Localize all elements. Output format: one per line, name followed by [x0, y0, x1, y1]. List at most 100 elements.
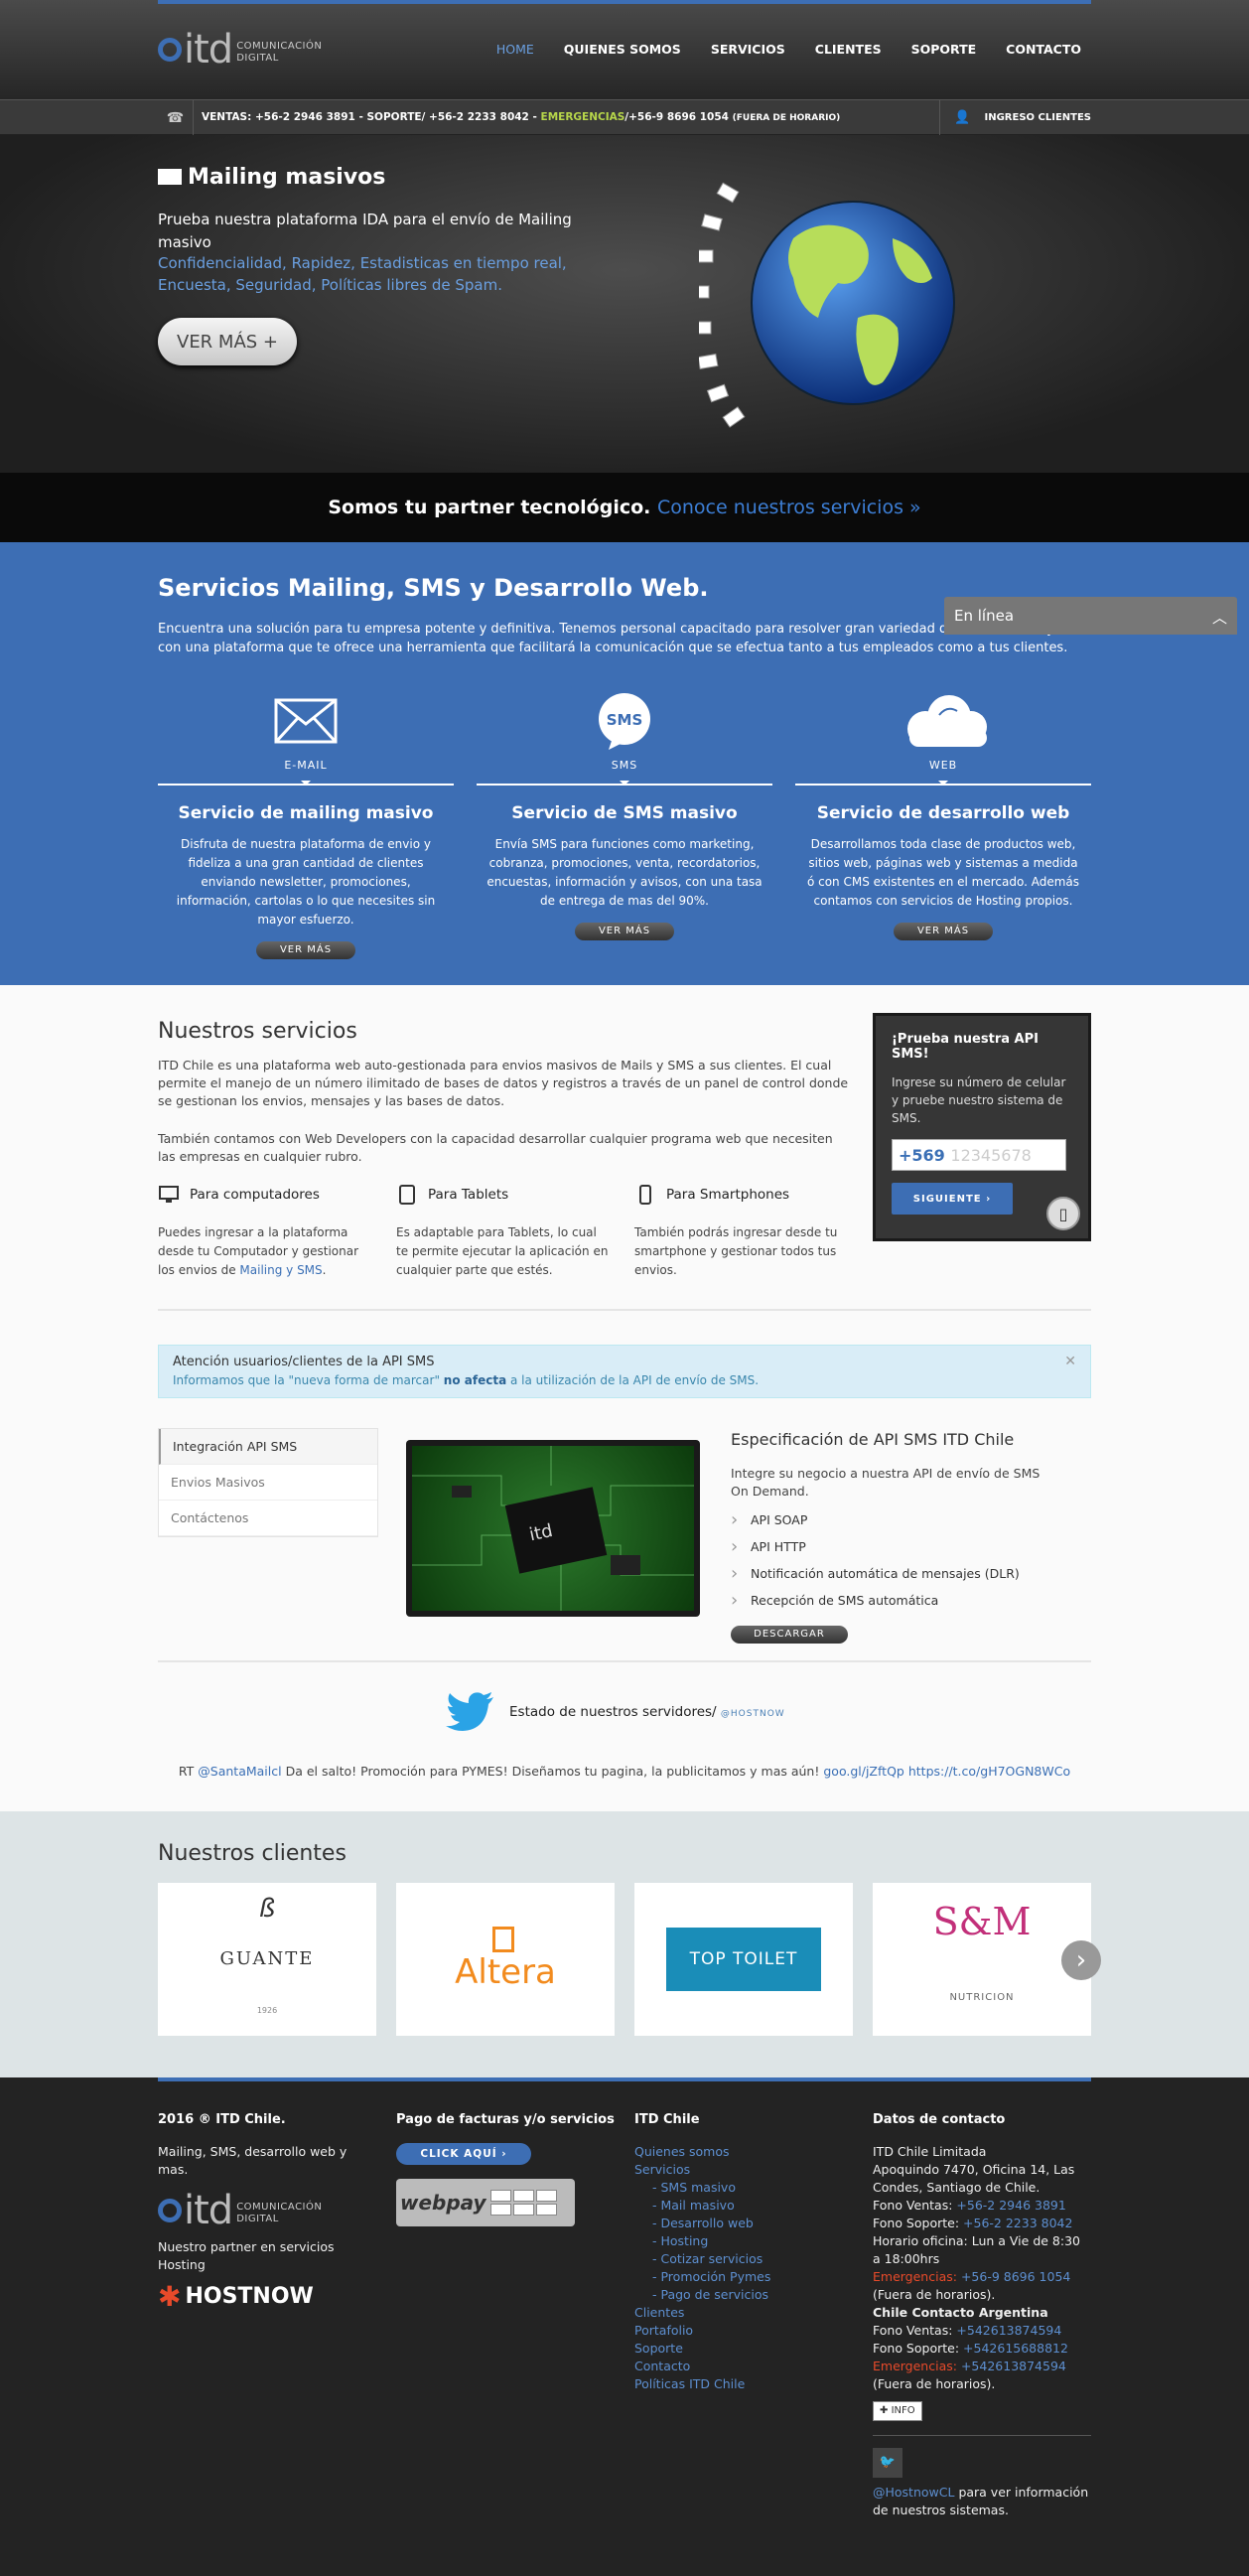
footer-itd-logo[interactable]: itd COMUNICACIÓN DIGITAL [158, 2191, 376, 2230]
footer-col-links: ITD Chile Quienes somos Servicios - SMS … [634, 2111, 853, 2393]
phone-prefix: +569 [899, 1146, 945, 1165]
tweet-link-1[interactable]: goo.gl/jZftQp [823, 1764, 904, 1779]
services-title: Servicios Mailing, SMS y Desarrollo Web. [158, 574, 709, 602]
client-logo-sm-nutricion[interactable]: S&M NUTRICION [873, 1883, 1091, 2036]
tweet-handle-link[interactable]: @SantaMailcl [198, 1764, 281, 1779]
service-email-title: Servicio de mailing masivo [178, 803, 434, 823]
server-status-text: Estado de nuestros servidores/ [509, 1704, 717, 1720]
circuit-board-image: itd [406, 1440, 700, 1617]
carousel-next-button[interactable]: › [1061, 1940, 1101, 1980]
ar-emergency-phone[interactable]: +542613874594 [961, 2359, 1066, 2373]
partner-banner: Somos tu partner tecnológico. Conoce nue… [0, 473, 1249, 542]
support-phone[interactable]: +56-2 2233 8042 [963, 2216, 1072, 2230]
payment-click-button[interactable]: CLICK AQUÍ › [396, 2143, 531, 2165]
contact-phones: VENTAS: +56-2 2946 3891 - SOPORTE/ +56-2… [202, 111, 840, 123]
api-trial-text: Ingrese su número de celular y pruebe nu… [892, 1075, 1066, 1125]
partner-text: Somos tu partner tecnológico. [328, 497, 651, 518]
phone-number-input[interactable]: +569 12345678 [892, 1139, 1066, 1171]
hero-title: Mailing masivos [158, 165, 385, 190]
partner-services-link[interactable]: Conoce nuestros servicios » [657, 497, 921, 518]
main-nav: HOME QUIENES SOMOS SERVICIOS CLIENTES SO… [467, 42, 1081, 57]
itd-logo[interactable]: itd COMUNICACIÓN DIGITAL [158, 30, 322, 70]
footer-link-clientes[interactable]: Clientes [634, 2304, 853, 2322]
footer-link-cotizar[interactable]: - Cotizar servicios [634, 2250, 853, 2268]
nav-servicios[interactable]: SERVICIOS [711, 42, 785, 57]
client-logo-altera[interactable]: Altera [396, 1883, 615, 2036]
hero-more-button[interactable]: VER MÁS + [158, 318, 297, 365]
client-login-label: INGRESO CLIENTES [984, 112, 1092, 123]
phone-placeholder: 12345678 [950, 1146, 1032, 1165]
footer-links-title: ITD Chile [634, 2112, 700, 2127]
footer-col-payment: Pago de facturas y/o servicios CLICK AQU… [396, 2111, 615, 2226]
tab-contactenos[interactable]: Contáctenos [159, 1501, 377, 1536]
tab-integracion-api[interactable]: Integración API SMS [159, 1429, 377, 1465]
client-logo-top-toilet[interactable]: TOP TOILET [634, 1883, 853, 2036]
phone-icon: ☎ [158, 100, 194, 135]
footer-link-sms[interactable]: - SMS masivo [634, 2179, 853, 2197]
server-status: Estado de nuestros servidores/ @HOSTNOW [446, 1692, 785, 1732]
nav-contacto[interactable]: CONTACTO [1006, 42, 1081, 57]
service-email-more-button[interactable]: VER MÁS [256, 941, 355, 959]
service-sms-more-button[interactable]: VER MÁS [575, 923, 674, 940]
footer-link-politicas[interactable]: Políticas ITD Chile [634, 2375, 853, 2393]
download-button[interactable]: DESCARGAR [731, 1626, 848, 1644]
hostnow-handle[interactable]: @HOSTNOW [721, 1709, 785, 1719]
monitor-icon [158, 1184, 180, 1206]
footer-link-servicios[interactable]: Servicios [634, 2161, 853, 2179]
argentina-contact: Chile Contacto Argentina [873, 2305, 1048, 2320]
latest-tweet: RT @SantaMailcl Da el salto! Promoción p… [178, 1764, 1071, 1779]
alert-title: Atención usuarios/clientes de la API SMS [173, 1355, 435, 1369]
footer-link-quienes[interactable]: Quienes somos [634, 2143, 853, 2161]
live-chat-widget[interactable]: En línea ︿ [944, 597, 1237, 635]
client-login-link[interactable]: 👤 INGRESO CLIENTES [939, 100, 1091, 135]
sales-phone[interactable]: +56-2 2946 3891 [956, 2198, 1065, 2213]
footer-link-portafolio[interactable]: Portafolio [634, 2322, 853, 2340]
contact-title: Datos de contacto [873, 2112, 1006, 2127]
info-button[interactable]: ✚ INFO [873, 2401, 922, 2421]
ar-support-phone[interactable]: +542615688812 [963, 2341, 1068, 2356]
nav-clientes[interactable]: CLIENTES [815, 42, 882, 57]
api-trial-title: ¡Prueba nuestra API SMS! [892, 1032, 1039, 1062]
site-header: itd COMUNICACIÓN DIGITAL HOME QUIENES SOM… [0, 0, 1249, 99]
api-next-button[interactable]: SIGUIENTE › [892, 1183, 1013, 1215]
webpay-logo[interactable]: webpay [396, 2179, 575, 2226]
nav-home[interactable]: HOME [496, 42, 534, 57]
footer-link-promocion[interactable]: - Promoción Pymes [634, 2268, 853, 2286]
service-email-text: Disfruta de nuestra plataforma de envio … [176, 837, 436, 927]
hostnow-twitter-link[interactable]: @HostnowCL [873, 2485, 954, 2500]
twitter-icon[interactable]: 🐦 [873, 2448, 902, 2478]
tweet-link-2[interactable]: https://t.co/gH7OGN8WCo [908, 1764, 1070, 1779]
footer-link-hosting[interactable]: - Hosting [634, 2232, 853, 2250]
spec-item: Notificación automática de mensajes (DLR… [731, 1563, 1048, 1584]
tab-envios-masivos[interactable]: Envios Masivos [159, 1465, 377, 1501]
mailing-sms-link[interactable]: Mailing y SMS [239, 1263, 322, 1277]
emergency-phone[interactable]: +56-9 8696 1054 [961, 2269, 1070, 2284]
tablet-icon [396, 1184, 418, 1206]
service-web: WEB Servicio de desarrollo web Desarroll… [795, 691, 1091, 959]
nav-soporte[interactable]: SOPORTE [911, 42, 977, 57]
payment-title: Pago de facturas y/o servicios [396, 2112, 615, 2127]
ar-sales-phone[interactable]: +542613874594 [956, 2323, 1061, 2338]
footer-link-soporte[interactable]: Soporte [634, 2340, 853, 2358]
close-icon[interactable]: ✕ [1064, 1354, 1076, 1369]
footer-link-contacto[interactable]: Contacto [634, 2358, 853, 2375]
api-sms-trial-box: ¡Prueba nuestra API SMS! Ingrese su núme… [873, 1013, 1091, 1241]
footer-link-web[interactable]: - Desarrollo web [634, 2215, 853, 2232]
nav-quienes-somos[interactable]: QUIENES SOMOS [564, 42, 681, 57]
clients-section: Nuestros clientes ß GUANTE 1926 Altera T… [0, 1811, 1249, 2077]
service-sms: SMS SMS Servicio de SMS masivo Envía SMS… [477, 691, 772, 959]
hero-lead: Prueba nuestra plataforma IDA para el en… [158, 211, 572, 251]
hero-features: Confidencialidad, Rapidez, Estadisticas … [158, 254, 567, 294]
logo-sub2: DIGITAL [236, 53, 279, 64]
globe-illustration [699, 182, 955, 428]
footer-link-mail[interactable]: - Mail masivo [634, 2197, 853, 2215]
twitter-bird-icon [446, 1692, 493, 1731]
device-tablet: Para Tablets Es adaptable para Tablets, … [396, 1184, 610, 1280]
envelope-icon [158, 169, 182, 185]
svg-text:SMS: SMS [607, 711, 643, 729]
footer-link-pago[interactable]: - Pago de servicios [634, 2286, 853, 2304]
hostnow-logo[interactable]: ✱ HOSTNOW [158, 2283, 376, 2311]
service-web-more-button[interactable]: VER MÁS [894, 923, 993, 940]
client-logo-guante[interactable]: ß GUANTE 1926 [158, 1883, 376, 2036]
plus-icon: ✚ [880, 2405, 889, 2416]
